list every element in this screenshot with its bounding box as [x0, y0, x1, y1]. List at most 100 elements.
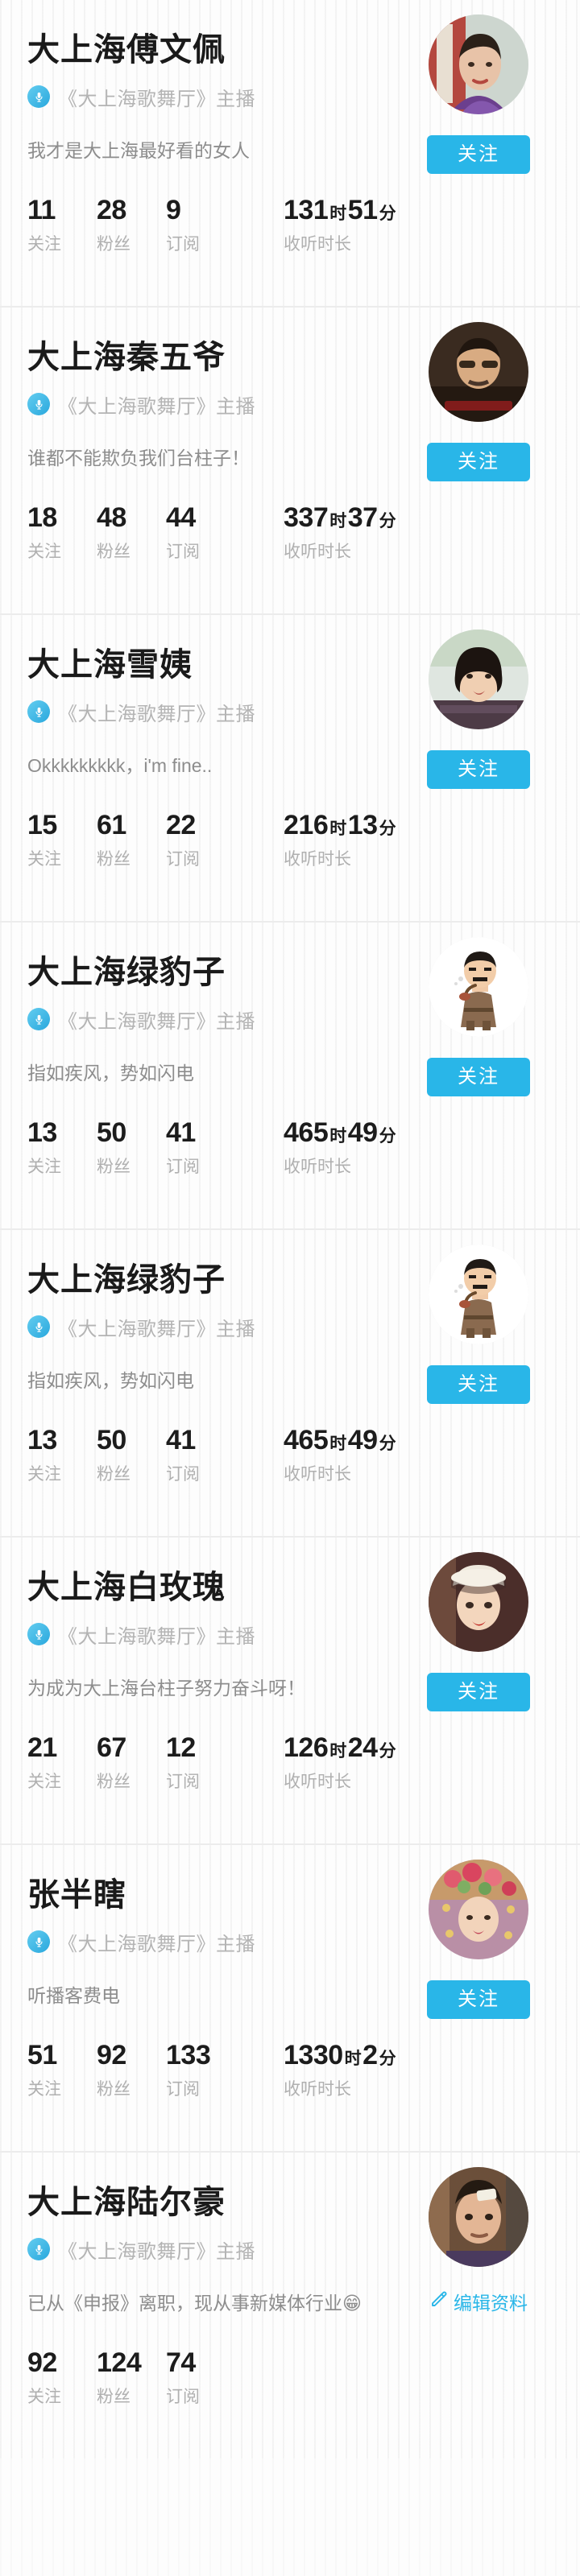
role-label: 《大上海歌舞厅》主播 [58, 703, 255, 725]
stat-label: 粉丝 [97, 235, 130, 254]
stat-subscriptions[interactable]: 22 订阅 [166, 811, 235, 870]
card-info: 大上海白玫瑰 《大上海歌舞厅》主播 为成为大上海台柱子努力奋斗呀！ [21, 1570, 424, 1703]
user-card[interactable]: 关注 张半瞎 《大上海歌舞厅》主播 听播客费电 51 关注 92 粉丝 133 … [0, 1845, 580, 2153]
card-actions: 关注 [406, 937, 551, 1096]
stat-value: 465时49分 [284, 1117, 396, 1149]
user-name[interactable]: 大上海陆尔豪 [27, 2185, 424, 2221]
role-label: 《大上海歌舞厅》主播 [58, 2240, 255, 2263]
user-name[interactable]: 大上海傅文佩 [27, 32, 424, 68]
stat-following[interactable]: 13 关注 [27, 1118, 97, 1178]
avatar[interactable] [429, 14, 528, 114]
stat-value: 133 [166, 2040, 211, 2071]
stat-fans[interactable]: 124 粉丝 [97, 2348, 166, 2408]
role-row: 《大上海歌舞厅》主播 [27, 1005, 424, 1034]
stat-label: 粉丝 [97, 2080, 130, 2099]
stat-fans[interactable]: 48 粉丝 [97, 503, 166, 563]
avatar[interactable] [429, 2167, 528, 2267]
stat-subscriptions[interactable]: 9 订阅 [166, 196, 235, 255]
follow-button[interactable]: 关注 [427, 1980, 530, 2019]
avatar[interactable] [429, 322, 528, 422]
stat-following[interactable]: 92 关注 [27, 2348, 97, 2408]
user-card[interactable]: 关注 大上海白玫瑰 《大上海歌舞厅》主播 为成为大上海台柱子努力奋斗呀！ 21 … [0, 1538, 580, 1845]
user-card[interactable]: 关注 大上海绿豹子 《大上海歌舞厅》主播 指如疾风，势如闪电 13 关注 50 … [0, 1230, 580, 1538]
stat-subscriptions[interactable]: 44 订阅 [166, 503, 235, 563]
card-actions: 关注 [406, 1552, 551, 1711]
stat-value: 216时13分 [284, 810, 396, 841]
hour-unit: 时 [329, 204, 346, 224]
role-row: 《大上海歌舞厅》主播 [27, 2235, 424, 2264]
edit-profile-label: 编辑资料 [454, 2293, 528, 2314]
stat-value: 92 [27, 2347, 57, 2379]
follow-button[interactable]: 关注 [427, 1365, 530, 1404]
avatar[interactable] [429, 1860, 528, 1959]
stats-row: 11 关注 28 粉丝 9 订阅 131时51分 收听时长 [21, 196, 559, 255]
stat-value: 18 [27, 502, 57, 534]
stat-fans[interactable]: 50 粉丝 [97, 1426, 166, 1485]
stat-label: 粉丝 [97, 850, 130, 869]
follow-button[interactable]: 关注 [427, 750, 530, 789]
stat-value: 50 [97, 1117, 126, 1149]
stat-following[interactable]: 11 关注 [27, 196, 97, 255]
follow-button[interactable]: 关注 [427, 135, 530, 174]
minute-unit: 分 [379, 1435, 396, 1454]
stat-fans[interactable]: 50 粉丝 [97, 1118, 166, 1178]
stat-label: 收听时长 [284, 1465, 351, 1484]
stat-subscriptions[interactable]: 12 订阅 [166, 1733, 235, 1793]
stat-subscriptions[interactable]: 41 订阅 [166, 1426, 235, 1485]
stat-following[interactable]: 15 关注 [27, 811, 97, 870]
stat-fans[interactable]: 67 粉丝 [97, 1733, 166, 1793]
user-name[interactable]: 大上海绿豹子 [27, 1262, 424, 1298]
stat-fans[interactable]: 61 粉丝 [97, 811, 166, 870]
avatar[interactable] [429, 1552, 528, 1652]
follow-button[interactable]: 关注 [427, 1058, 530, 1096]
user-card[interactable]: 关注 大上海绿豹子 《大上海歌舞厅》主播 指如疾风，势如闪电 13 关注 50 … [0, 923, 580, 1230]
user-name[interactable]: 大上海白玫瑰 [27, 1570, 424, 1606]
role-label: 《大上海歌舞厅》主播 [58, 395, 255, 418]
user-card[interactable]: 关注 大上海雪姨 《大上海歌舞厅》主播 Okkkkkkkkk，i'm fine.… [0, 615, 580, 923]
stat-label: 收听时长 [284, 1158, 351, 1177]
microphone-icon [27, 85, 50, 109]
stat-value: 92 [97, 2040, 126, 2071]
user-name[interactable]: 大上海秦五爷 [27, 340, 424, 376]
card-actions: 关注 [406, 1860, 551, 2019]
avatar[interactable] [429, 937, 528, 1037]
avatar[interactable] [429, 630, 528, 729]
stat-listen-duration: 337时37分 收听时长 [284, 503, 397, 563]
user-name[interactable]: 大上海雪姨 [27, 647, 424, 683]
stat-subscriptions[interactable]: 41 订阅 [166, 1118, 235, 1178]
stat-following[interactable]: 21 关注 [27, 1733, 97, 1793]
user-bio: 指如疾风，势如闪电 [27, 1369, 194, 1391]
stat-subscriptions[interactable]: 133 订阅 [166, 2041, 235, 2100]
stat-fans[interactable]: 28 粉丝 [97, 196, 166, 255]
stat-following[interactable]: 13 关注 [27, 1426, 97, 1485]
user-bio: 指如疾风，势如闪电 [27, 1062, 194, 1084]
stat-label: 粉丝 [97, 543, 130, 562]
user-bio: Okkkkkkkkk，i'm fine.. [27, 754, 213, 776]
card-actions: 关注 [406, 322, 551, 481]
stats-row: 92 关注 124 粉丝 74 订阅 [21, 2348, 559, 2408]
microphone-icon [27, 393, 50, 416]
edit-profile-button[interactable]: 编辑资料 [429, 2288, 528, 2315]
stat-listen-duration: 465时49分 收听时长 [284, 1118, 397, 1178]
stats-row: 51 关注 92 粉丝 133 订阅 1330时2分 收听时长 [21, 2041, 559, 2100]
user-name[interactable]: 张半瞎 [27, 1877, 424, 1913]
stat-following[interactable]: 18 关注 [27, 503, 97, 563]
user-card[interactable]: 关注 大上海傅文佩 《大上海歌舞厅》主播 我才是大上海最好看的女人 11 关注 … [0, 0, 580, 308]
avatar[interactable] [429, 1245, 528, 1344]
user-card[interactable]: 编辑资料 大上海陆尔豪 《大上海歌舞厅》主播 已从《申报》离职，现从事新媒体行业… [0, 2153, 580, 2458]
stat-label: 关注 [27, 1465, 61, 1484]
stats-row: 15 关注 61 粉丝 22 订阅 216时13分 收听时长 [21, 811, 559, 870]
stat-value: 465时49分 [284, 1425, 396, 1456]
stat-label: 关注 [27, 1773, 61, 1792]
stat-fans[interactable]: 92 粉丝 [97, 2041, 166, 2100]
stat-following[interactable]: 51 关注 [27, 2041, 97, 2100]
user-card[interactable]: 关注 大上海秦五爷 《大上海歌舞厅》主播 谁都不能欺负我们台柱子！ 18 关注 … [0, 308, 580, 615]
stat-label: 订阅 [166, 2388, 200, 2407]
user-name[interactable]: 大上海绿豹子 [27, 955, 424, 991]
stat-value: 28 [97, 195, 126, 226]
stat-subscriptions[interactable]: 74 订阅 [166, 2348, 235, 2408]
follow-button[interactable]: 关注 [427, 443, 530, 481]
stat-value: 126时24分 [284, 1732, 396, 1764]
follow-button[interactable]: 关注 [427, 1673, 530, 1711]
stat-label: 关注 [27, 2388, 61, 2407]
